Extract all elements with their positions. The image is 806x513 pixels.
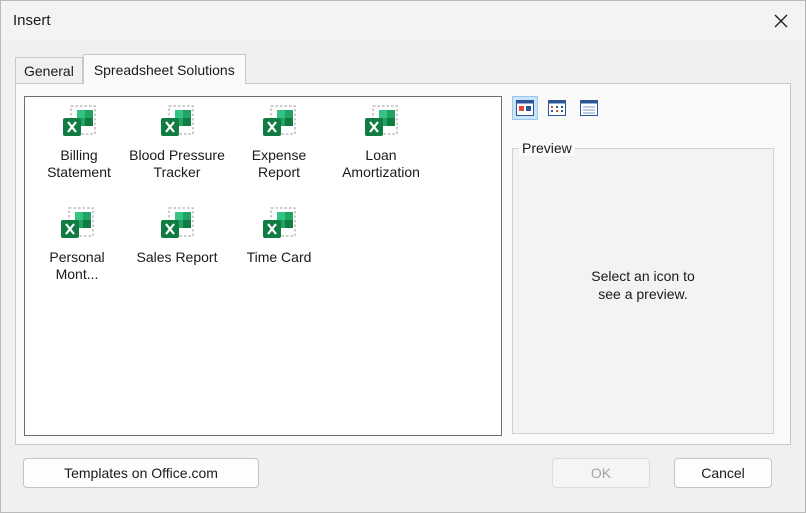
template-item-blood-pressure-tracker[interactable]: Blood Pressure Tracker (125, 105, 229, 181)
template-item-billing-statement[interactable]: Billing Statement (27, 105, 131, 181)
template-list[interactable]: Billing Statement Blood Pressure Tracker (24, 96, 502, 436)
template-item-personal-monthly[interactable]: Personal Mont... (25, 207, 129, 283)
dialog-title: Insert (13, 12, 51, 29)
template-label: Sales Report (136, 249, 218, 265)
view-toggle-group (512, 96, 602, 120)
tab-general-label: General (24, 62, 74, 79)
large-icons-view-button[interactable] (512, 96, 538, 120)
preview-text-line: see a preview. (598, 286, 688, 302)
template-label: Loan (365, 147, 397, 163)
excel-template-icon (263, 207, 296, 238)
template-label: Blood Pressure (129, 147, 225, 163)
excel-template-icon (365, 105, 398, 136)
tab-spreadsheet-solutions[interactable]: Spreadsheet Solutions (82, 54, 246, 84)
excel-template-icon (63, 105, 96, 136)
tab-strip: General Spreadsheet Solutions (15, 53, 246, 84)
template-label: Mont... (55, 266, 99, 282)
templates-online-button[interactable]: Templates on Office.com (23, 458, 259, 488)
details-view-button[interactable] (576, 96, 602, 120)
template-item-expense-report[interactable]: Expense Report (227, 105, 331, 181)
preview-legend: Preview (519, 140, 575, 156)
cancel-button[interactable]: Cancel (674, 458, 772, 488)
template-label: Statement (47, 164, 111, 180)
template-label: Time Card (246, 249, 312, 265)
template-item-time-card[interactable]: Time Card (227, 207, 331, 266)
template-label: Amortization (342, 164, 420, 180)
excel-template-icon (161, 207, 194, 238)
template-label: Report (257, 164, 301, 180)
insert-dialog: Insert General Spreadsheet Solutions Bil… (0, 0, 806, 513)
large-icons-view-icon (516, 100, 534, 116)
tab-general[interactable]: General (15, 57, 83, 83)
template-label: Billing (60, 147, 98, 163)
list-view-icon (548, 100, 566, 116)
close-button[interactable] (761, 5, 801, 37)
template-item-loan-amortization[interactable]: Loan Amortization (329, 105, 433, 181)
template-label: Tracker (153, 164, 201, 180)
tab-panel: Billing Statement Blood Pressure Tracker (15, 83, 791, 445)
excel-template-icon (161, 105, 194, 136)
template-label: Expense (251, 147, 307, 163)
details-view-icon (580, 100, 598, 116)
title-bar[interactable]: Insert (1, 1, 805, 41)
close-icon (774, 14, 788, 28)
ok-button[interactable]: OK (552, 458, 650, 488)
excel-template-icon (61, 207, 94, 238)
template-label: Personal (49, 249, 105, 265)
template-item-sales-report[interactable]: Sales Report (125, 207, 229, 266)
excel-template-icon (263, 105, 296, 136)
list-view-button[interactable] (544, 96, 570, 120)
tab-spreadsheet-solutions-label: Spreadsheet Solutions (93, 61, 235, 78)
preview-placeholder: Select an icon to see a preview. (513, 267, 773, 303)
preview-text-line: Select an icon to (591, 268, 695, 284)
preview-group: Preview Select an icon to see a preview. (512, 140, 774, 434)
